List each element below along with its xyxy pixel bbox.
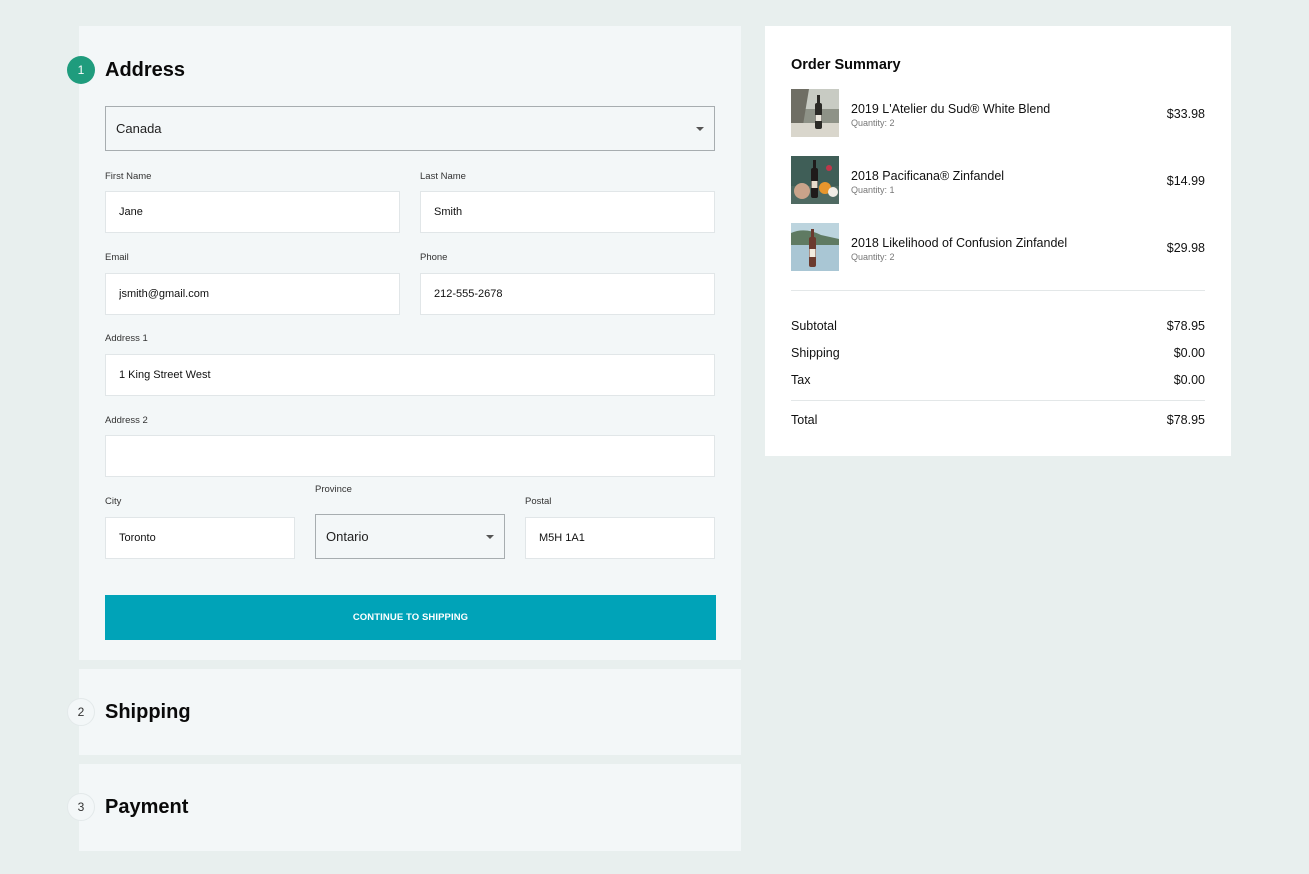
step-number-badge: 1	[67, 56, 95, 84]
item-price: $33.98	[1166, 107, 1205, 121]
total-value: $78.95	[1166, 413, 1205, 427]
step-number-badge: 2	[67, 698, 95, 726]
order-summary-title: Order Summary	[791, 57, 901, 73]
city-field[interactable]	[105, 517, 295, 559]
item-price: $14.99	[1166, 174, 1205, 188]
payment-section[interactable]: 3 Payment	[67, 764, 741, 851]
address-section: 1 Address Canada First Name Last Name Em…	[67, 26, 741, 660]
tax-label: Tax	[791, 373, 811, 387]
shipping-label: Shipping	[791, 346, 840, 360]
item-quantity: Quantity: 2	[851, 118, 895, 128]
order-item: 2019 L'Atelier du Sud® White Blend Quant…	[791, 89, 1205, 137]
country-select[interactable]: Canada	[105, 106, 715, 151]
payment-heading: Payment	[105, 796, 189, 818]
last-name-field[interactable]	[420, 191, 715, 233]
order-item: 2018 Likelihood of Confusion Zinfandel Q…	[791, 223, 1205, 271]
email-label: Email	[105, 252, 129, 263]
country-value: Canada	[116, 121, 162, 136]
tax-value: $0.00	[1173, 373, 1205, 387]
phone-field[interactable]	[420, 273, 715, 315]
email-field[interactable]	[105, 273, 400, 315]
item-name: 2018 Likelihood of Confusion Zinfandel	[851, 236, 1068, 250]
province-value: Ontario	[326, 529, 369, 544]
subtotal-value: $78.95	[1166, 319, 1205, 333]
address1-field[interactable]	[105, 354, 715, 396]
phone-label: Phone	[420, 252, 448, 263]
last-name-label: Last Name	[420, 171, 466, 182]
shipping-value: $0.00	[1173, 346, 1205, 360]
item-price: $29.98	[1166, 241, 1205, 255]
province-label: Province	[315, 484, 352, 495]
postal-field[interactable]	[525, 517, 715, 559]
order-summary: Order Summary 2019 L'Atelier du Sud® Whi…	[765, 26, 1231, 456]
total-label: Total	[791, 413, 818, 427]
item-quantity: Quantity: 2	[851, 252, 895, 262]
address1-label: Address 1	[105, 333, 148, 344]
item-name: 2018 Pacificana® Zinfandel	[851, 169, 1005, 183]
postal-label: Postal	[525, 496, 552, 507]
province-select[interactable]: Ontario	[315, 514, 505, 559]
shipping-section[interactable]: 2 Shipping	[67, 669, 741, 755]
summary-divider	[791, 400, 1205, 401]
shipping-heading: Shipping	[105, 701, 191, 723]
first-name-label: First Name	[105, 171, 152, 182]
address2-field[interactable]	[105, 435, 715, 477]
first-name-field[interactable]	[105, 191, 400, 233]
address2-label: Address 2	[105, 415, 148, 426]
continue-to-shipping-button[interactable]: CONTINUE TO SHIPPING	[105, 595, 716, 640]
chevron-down-icon	[486, 534, 494, 539]
step-number-badge: 3	[67, 793, 95, 821]
subtotal-label: Subtotal	[791, 319, 837, 333]
item-name: 2019 L'Atelier du Sud® White Blend	[851, 102, 1051, 116]
chevron-down-icon	[696, 126, 704, 131]
product-thumbnail	[791, 89, 839, 137]
product-thumbnail	[791, 223, 839, 271]
item-quantity: Quantity: 1	[851, 185, 895, 195]
product-thumbnail	[791, 156, 839, 204]
order-item: 2018 Pacificana® Zinfandel Quantity: 1 $…	[791, 156, 1205, 204]
city-label: City	[105, 496, 122, 507]
address-heading: Address	[105, 59, 186, 81]
summary-divider	[791, 290, 1205, 291]
